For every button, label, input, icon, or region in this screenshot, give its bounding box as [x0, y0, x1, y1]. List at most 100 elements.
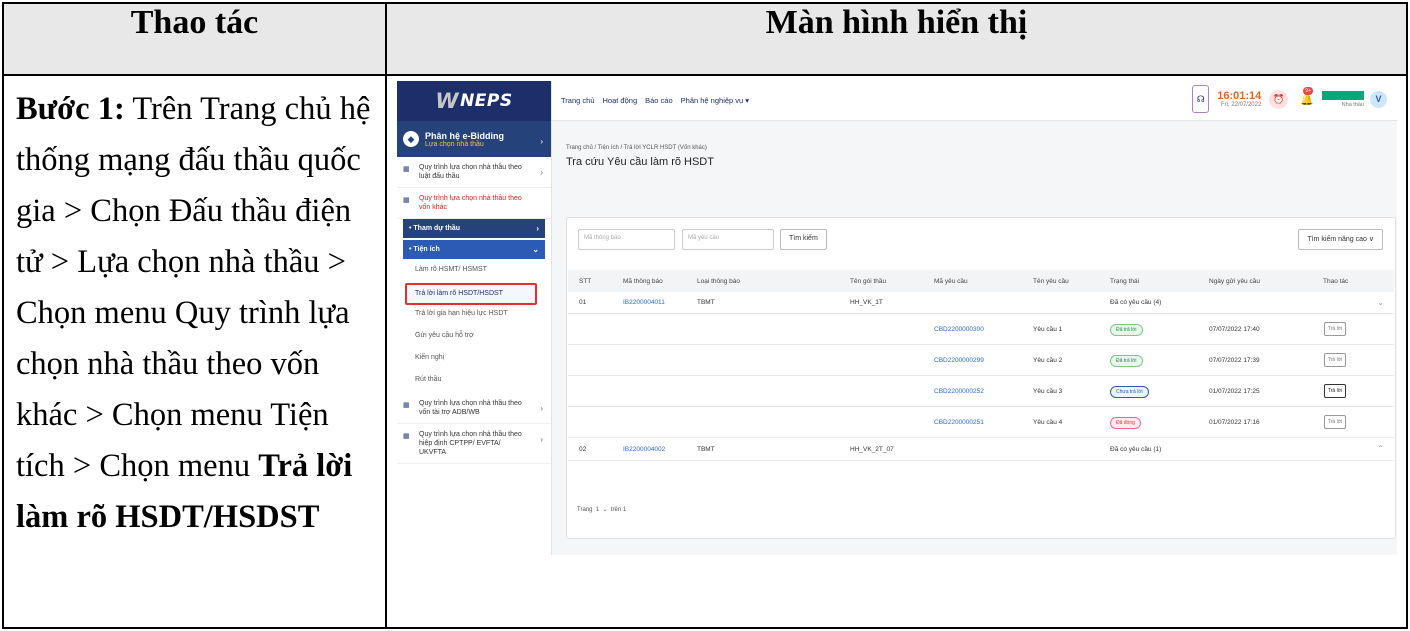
col-package-name: Tên gói thầu — [850, 278, 887, 285]
clock: 16:01:14 Fri, 22/07/2022 — [1217, 90, 1261, 108]
table-row: CBD2200000299 Yêu cầu 2 Đã trả lời 07/07… — [568, 345, 1394, 376]
alarm-clock-icon[interactable]: ⏰ — [1269, 89, 1289, 109]
cell-package: HH_VK_2T_07 — [850, 446, 894, 453]
cell-status: Đã có yêu cầu (4) — [1110, 299, 1162, 306]
step-text: Trên Trang chủ hệ thống mạng đấu thầu qu… — [16, 91, 371, 484]
bell-icon[interactable]: 🔔 9+ — [1300, 86, 1314, 106]
submenu-gui-yeu-cau-ho-tro[interactable]: Gửi yêu cầu hỗ trợ — [397, 327, 551, 349]
clock-time: 16:01:14 — [1217, 90, 1262, 102]
module-subtitle: Lựa chọn nhà thầu — [425, 140, 484, 148]
col-status: Trạng thái — [1110, 278, 1140, 285]
table-row: CBD2200000251 Yêu cầu 4 Đã đóng 01/07/20… — [568, 407, 1394, 438]
table-row: CBD2200000252 Yêu cầu 3 Chưa trả lời 01/… — [568, 376, 1394, 407]
submenu-tra-loi-lam-ro-hsdt[interactable]: Trả lời làm rõ HSDT/HSDST — [405, 283, 537, 305]
request-code-input[interactable]: Mã yêu cầu — [682, 229, 774, 250]
submenu-rut-thau[interactable]: Rút thầu — [397, 371, 551, 393]
col-request-code: Mã yêu cầu — [934, 278, 968, 285]
advanced-search-button[interactable]: Tìm kiếm nâng cao ∨ — [1298, 229, 1383, 250]
sidebar: W NEPS ◆ Phân hệ e-Bidding Lựa chọn nhà t… — [397, 81, 552, 555]
cell-request-name: Yêu cầu 1 — [1033, 326, 1063, 333]
topnav-modules[interactable]: Phân hệ nghiệp vụ ▾ — [681, 96, 749, 105]
cell-date: 01/07/2022 17:16 — [1209, 419, 1260, 426]
cell-request-code[interactable]: CBD2200000252 — [934, 388, 984, 395]
col-sent-date: Ngày gửi yêu cầu — [1209, 278, 1260, 285]
instruction-table: Thao tác Màn hình hiển thị Bước 1: Trên … — [2, 2, 1408, 629]
reply-button[interactable]: Trả lời — [1324, 353, 1346, 367]
topnav-activity[interactable]: Hoạt động — [603, 96, 638, 105]
document-icon: ▦ — [403, 166, 410, 173]
chevron-right-icon: › — [540, 404, 543, 413]
module-icon: ◆ — [403, 131, 419, 147]
cell-request-code[interactable]: CBD2200000300 — [934, 326, 984, 333]
main-content: Trang chủ / Tiện ích / Trả lời YCLR HSDT… — [552, 122, 1397, 555]
cell-request-code[interactable]: CBD2200000251 — [934, 419, 984, 426]
col-actions: Thao tác — [1323, 278, 1349, 285]
breadcrumb: Trang chủ / Tiện ích / Trả lời YCLR HSDT… — [566, 145, 707, 151]
user-info[interactable]: Nhà thầu — [1322, 90, 1364, 108]
step-instruction: Bước 1: Trên Trang chủ hệ thống mạng đấu… — [2, 74, 387, 629]
header-screen: Màn hình hiển thị — [385, 2, 1408, 76]
cell-date: 07/07/2022 17:39 — [1209, 357, 1260, 364]
chevron-down-icon[interactable]: ⌄ — [1377, 298, 1384, 307]
group-row[interactable]: 01 IB2200004011 TBMT HH_VK_1T Đã có yêu … — [568, 292, 1394, 314]
menu-label: Quy trình lựa chọn nhà thầu theo vốn khá… — [419, 195, 522, 211]
cell-type: TBMT — [697, 446, 715, 453]
reply-button[interactable]: Trả lời — [1324, 384, 1346, 398]
menu-label: Quy trình lựa chọn nhà thầu theo vốn tài… — [419, 400, 522, 416]
submenu-gia-han-hieu-luc[interactable]: Trả lời gia hạn hiệu lực HSDT — [397, 305, 551, 327]
nav-tien-ich[interactable]: • Tiện ích ⌄ — [403, 240, 545, 259]
col-stt: STT — [579, 278, 592, 285]
cell-notice-link[interactable]: IB2200004002 — [623, 446, 665, 453]
chevron-down-icon: ⌄ — [532, 245, 539, 254]
chevron-down-icon[interactable]: ⌄ — [602, 507, 607, 513]
cell-stt: 01 — [579, 299, 587, 306]
module-title: Phân hệ e-Bidding — [425, 130, 505, 141]
cell-request-name: Yêu cầu 4 — [1033, 419, 1063, 426]
module-header[interactable]: ◆ Phân hệ e-Bidding Lựa chọn nhà thầu › — [397, 121, 551, 157]
menu-von-khac[interactable]: ▦ Quy trình lựa chọn nhà thầu theo vốn k… — [397, 188, 551, 219]
cell-request-code[interactable]: CBD2200000299 — [934, 357, 984, 364]
col-notice-code: Mã thông báo — [623, 278, 663, 285]
user-name-redacted — [1322, 90, 1364, 100]
notification-badge: 9+ — [1303, 86, 1313, 95]
group-row[interactable]: 02 IB2200004002 TBMT HH_VK_2T_07 Đã có y… — [568, 438, 1394, 461]
pagination: Trang 1 ⌄ trên 1 — [577, 506, 626, 513]
submenu-kien-nghi[interactable]: Kiến nghị — [397, 349, 551, 371]
reply-button[interactable]: Trả lời — [1324, 322, 1346, 336]
table-header: STT Mã thông báo Loại thông báo Tên gói … — [568, 270, 1394, 292]
menu-cptpp[interactable]: ▦ Quy trình lựa chọn nhà thầu theo hiệp … — [397, 424, 551, 464]
status-badge: Chưa trả lời — [1110, 386, 1149, 398]
headset-icon[interactable]: ☊ — [1192, 85, 1210, 113]
neps-logo[interactable]: W NEPS — [397, 81, 551, 121]
nav-tham-du-thau[interactable]: • Tham dự thầu › — [403, 219, 545, 238]
cell-status: Đã có yêu cầu (1) — [1110, 446, 1162, 453]
pager-page[interactable]: 1 — [596, 507, 599, 513]
cell-notice-link[interactable]: IB2200004011 — [623, 299, 665, 306]
pager-total: trên 1 — [610, 507, 627, 513]
status-badge: Đã trả lời — [1110, 324, 1143, 336]
status-badge: Đã trả lời — [1110, 355, 1143, 367]
table-row: CBD2200000300 Yêu cầu 1 Đã trả lời 07/07… — [568, 314, 1394, 345]
step-label: Bước 1: — [16, 91, 125, 127]
topnav-report[interactable]: Báo cáo — [645, 96, 673, 105]
chevron-right-icon: › — [540, 435, 543, 444]
notice-code-input[interactable]: Mã thông báo — [578, 229, 675, 250]
search-button[interactable]: Tìm kiếm — [780, 229, 827, 250]
submenu-lam-ro-hsmt[interactable]: Làm rõ HSMT/ HSMST — [397, 261, 551, 283]
status-badge: Đã đóng — [1110, 417, 1141, 429]
app-screenshot: W NEPS ◆ Phân hệ e-Bidding Lựa chọn nhà t… — [397, 81, 1397, 555]
user-role: Nhà thầu — [1341, 101, 1364, 108]
cell-request-name: Yêu cầu 3 — [1033, 388, 1063, 395]
screenshot-cell: W NEPS ◆ Phân hệ e-Bidding Lựa chọn nhà t… — [385, 74, 1408, 629]
document-icon: ▦ — [403, 402, 410, 409]
menu-luat-dau-thau[interactable]: ▦ Quy trình lựa chọn nhà thầu theo luật … — [397, 157, 551, 188]
chevron-right-icon: › — [536, 224, 539, 233]
menu-adb-wb[interactable]: ▦ Quy trình lựa chọn nhà thầu theo vốn t… — [397, 393, 551, 424]
results-card: Mã thông báo Mã yêu cầu Tìm kiếm Tìm kiế… — [566, 217, 1396, 539]
chevron-up-icon[interactable]: ⌃ — [1377, 444, 1384, 453]
avatar[interactable]: V — [1370, 90, 1387, 108]
menu-label: Quy trình lựa chọn nhà thầu theo luật đấ… — [419, 164, 522, 180]
topnav-home[interactable]: Trang chủ — [561, 96, 595, 105]
chevron-right-icon: › — [540, 168, 543, 177]
reply-button[interactable]: Trả lời — [1324, 415, 1346, 429]
